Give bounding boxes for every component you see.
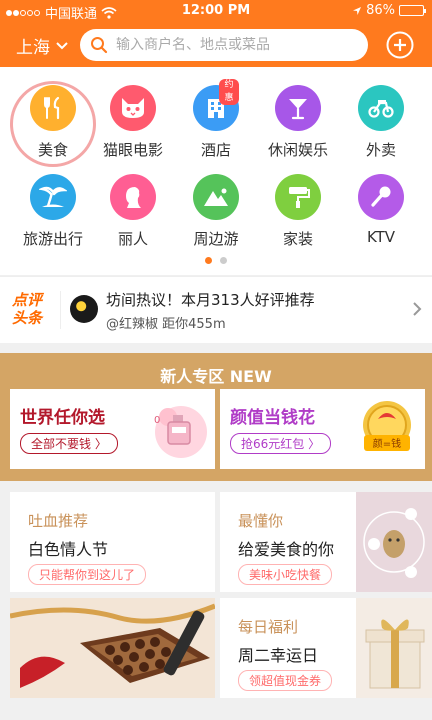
page-indicator <box>0 257 432 264</box>
palm-tree-icon <box>30 174 76 220</box>
highlight-circle <box>10 81 96 167</box>
category-takeout[interactable]: 外卖 <box>338 85 424 160</box>
promo-foodie[interactable]: 最懂你 给爱美食的你 美味小吃快餐 <box>220 492 432 592</box>
mountain-icon <box>193 174 239 220</box>
card-title: 世界任你选 <box>20 408 105 428</box>
location-arrow-icon <box>353 6 362 15</box>
dianping-headline-logo: 点评 头条 <box>12 291 43 327</box>
chevron-down-icon <box>56 41 68 49</box>
city-selector[interactable]: 上海 <box>16 33 68 58</box>
promo-pill: 只能帮你到这儿了 <box>28 564 147 585</box>
cat-face-icon <box>110 85 156 131</box>
status-bar: 中国联通 12:00 PM 86% <box>0 0 432 22</box>
scooter-icon <box>358 85 404 131</box>
category-label: 休闲娱乐 <box>267 141 328 159</box>
hotel-icon: 约惠 <box>193 79 239 131</box>
newcomer-card-redpacket[interactable]: 颜值当钱花 抢66元红包 〉 颜=钱 <box>220 389 425 469</box>
microphone-icon <box>358 174 404 220</box>
newcomer-zone: 新人专区 NEW 世界任你选 全部不要钱 〉 0 颜值当钱花 抢66元红包 〉 … <box>0 353 432 481</box>
promo-headline: 给爱美食的你 <box>238 540 335 559</box>
zodiac-potato-illustration <box>356 492 432 592</box>
chocolate-gift-box-illustration <box>9 598 216 698</box>
category-beauty[interactable]: 丽人 <box>90 174 176 249</box>
category-label: 旅游出行 <box>22 230 83 248</box>
category-label: 丽人 <box>117 230 148 248</box>
page-dot <box>220 257 227 264</box>
card-pill: 全部不要钱 〉 <box>20 433 118 454</box>
gift-box-illustration <box>356 598 432 698</box>
category-leisure[interactable]: 休闲娱乐 <box>255 85 341 160</box>
card-title: 颜值当钱花 <box>230 408 315 428</box>
category-travel[interactable]: 旅游出行 <box>10 174 96 249</box>
svg-text:颜=钱: 颜=钱 <box>373 437 401 450</box>
battery-percent: 86% <box>366 3 395 18</box>
top-header: 中国联通 12:00 PM 86% 上海 <box>0 0 432 67</box>
svg-text:0: 0 <box>154 415 160 426</box>
search-icon <box>91 37 108 54</box>
category-home-decor[interactable]: 家装 <box>255 174 341 249</box>
card-pill: 抢66元红包 〉 <box>230 433 332 454</box>
category-label: KTV <box>366 228 396 246</box>
category-label: 周边游 <box>193 230 239 248</box>
promo-pill: 领超值现金券 <box>238 670 333 691</box>
category-label: 酒店 <box>200 141 231 159</box>
status-right: 86% <box>352 3 426 18</box>
category-label: 猫眼电影 <box>102 141 163 159</box>
city-name: 上海 <box>16 38 50 58</box>
page-dot-active <box>205 257 212 264</box>
gold-coin-icon: 颜=钱 <box>363 401 411 451</box>
promo-pill: 美味小吃快餐 <box>238 564 333 585</box>
zone-title: 新人专区 NEW <box>160 367 272 386</box>
divider <box>60 291 61 329</box>
news-title: 坊间热议！本月313人好评推荐 <box>106 291 315 309</box>
woman-silhouette-icon <box>110 174 156 220</box>
category-label: 家装 <box>282 230 313 248</box>
promo-daily-welfare[interactable]: 每日福利 周二幸运日 领超值现金券 <box>220 598 432 698</box>
perfume-gift-icon: 0 <box>154 406 207 458</box>
promo-kicker: 最懂你 <box>238 512 284 530</box>
category-label: 外卖 <box>365 141 396 159</box>
search-input[interactable] <box>116 37 346 53</box>
category-nearby-trips[interactable]: 周边游 <box>173 174 259 249</box>
promo-headline: 白色情人节 <box>28 540 109 559</box>
category-ktv[interactable]: KTV <box>338 174 424 246</box>
category-hotel[interactable]: 约惠 酒店 <box>173 79 259 160</box>
promo-badge: 约惠 <box>219 79 239 105</box>
newcomer-card-free[interactable]: 世界任你选 全部不要钱 〉 0 <box>10 389 215 469</box>
chevron-right-icon <box>413 302 422 316</box>
promo-kicker: 吐血推荐 <box>28 512 89 530</box>
add-plus-icon[interactable] <box>386 31 414 59</box>
promo-kicker: 每日福利 <box>238 618 299 636</box>
news-headline[interactable]: 点评 头条 坊间热议！本月313人好评推荐 @红辣椒 距你455m <box>0 276 432 343</box>
category-movies[interactable]: 猫眼电影 <box>90 85 176 160</box>
merchant-avatar <box>70 295 98 323</box>
battery-icon <box>399 5 426 16</box>
promo-headline: 周二幸运日 <box>238 646 319 665</box>
paint-roller-icon <box>275 174 321 220</box>
promo-recommend[interactable]: 吐血推荐 白色情人节 只能帮你到这儿了 <box>10 492 215 592</box>
news-subtitle: @红辣椒 距你455m <box>106 317 226 332</box>
promo-chocolate-image[interactable] <box>9 598 216 698</box>
cocktail-icon <box>275 85 321 131</box>
search-box[interactable] <box>80 29 368 61</box>
